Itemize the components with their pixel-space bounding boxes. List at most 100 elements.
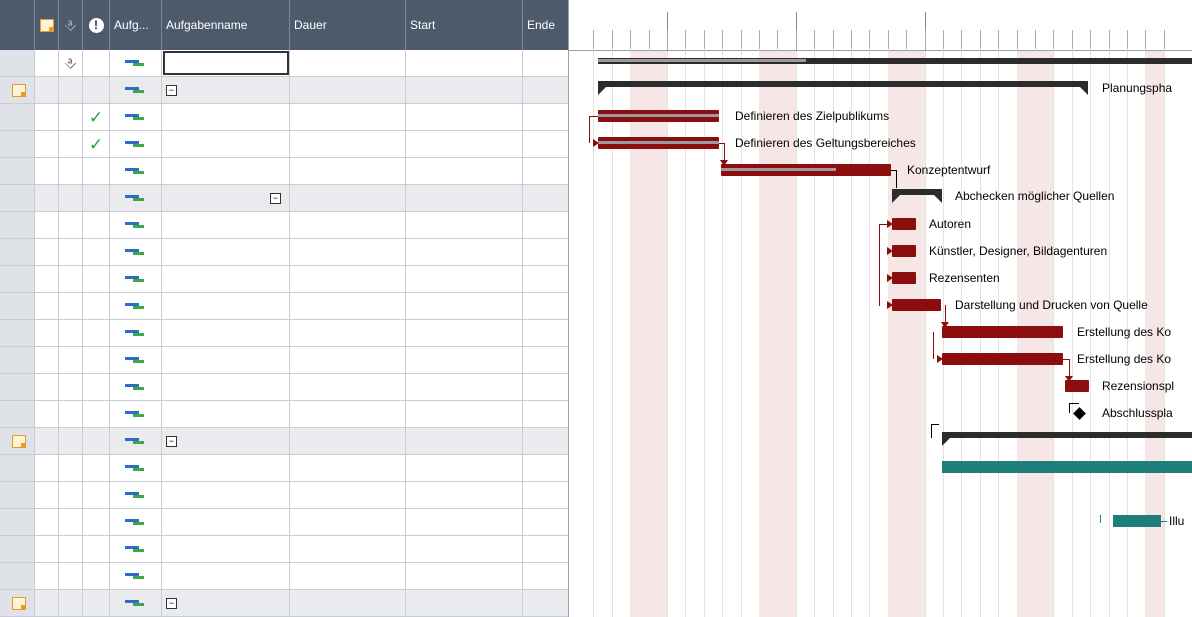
dependency-line[interactable]	[589, 116, 598, 117]
start-cell[interactable]	[406, 428, 523, 454]
task-bar[interactable]	[942, 326, 1063, 338]
attachment-cell[interactable]	[59, 212, 83, 238]
table-row[interactable]	[0, 563, 568, 590]
row-id[interactable]	[0, 509, 35, 535]
indicator-cell[interactable]	[83, 428, 110, 454]
task-bar[interactable]	[942, 353, 1063, 365]
indicator-cell[interactable]	[83, 293, 110, 319]
table-row[interactable]: −	[0, 590, 568, 617]
duration-cell[interactable]	[290, 536, 406, 562]
attachment-cell[interactable]	[59, 293, 83, 319]
task-name-cell[interactable]	[162, 455, 290, 481]
end-cell[interactable]	[523, 50, 568, 76]
task-mode-cell[interactable]	[110, 77, 162, 103]
start-cell[interactable]	[406, 536, 523, 562]
indicator-cell[interactable]	[83, 77, 110, 103]
dependency-line[interactable]	[1069, 359, 1070, 377]
note-cell[interactable]	[35, 590, 59, 616]
duration-cell[interactable]	[290, 50, 406, 76]
end-cell[interactable]	[523, 239, 568, 265]
task-bar[interactable]	[892, 299, 941, 311]
table-row[interactable]	[0, 482, 568, 509]
task-mode-cell[interactable]	[110, 158, 162, 184]
end-cell[interactable]	[523, 293, 568, 319]
attachment-cell[interactable]	[59, 536, 83, 562]
task-progress[interactable]	[721, 168, 836, 171]
duration-cell[interactable]	[290, 77, 406, 103]
table-row[interactable]: ⎀	[0, 50, 568, 77]
start-cell[interactable]	[406, 590, 523, 616]
attachment-cell[interactable]	[59, 320, 83, 346]
header-id-corner[interactable]	[0, 0, 35, 50]
row-id[interactable]	[0, 212, 35, 238]
task-name-cell[interactable]: −	[162, 185, 290, 211]
indicator-cell[interactable]	[83, 212, 110, 238]
indicator-cell[interactable]	[83, 455, 110, 481]
table-row[interactable]	[0, 455, 568, 482]
end-cell[interactable]	[523, 509, 568, 535]
start-cell[interactable]	[406, 158, 523, 184]
indicator-cell[interactable]	[83, 374, 110, 400]
schreib-summary-bar[interactable]	[942, 432, 1192, 438]
start-cell[interactable]	[406, 347, 523, 373]
end-cell[interactable]	[523, 158, 568, 184]
summary-start-cap[interactable]	[942, 438, 950, 446]
table-row[interactable]	[0, 509, 568, 536]
duration-cell[interactable]	[290, 104, 406, 130]
table-row[interactable]	[0, 320, 568, 347]
task-name-cell[interactable]	[162, 536, 290, 562]
header-task-mode[interactable]: Aufg...	[110, 0, 162, 50]
attachment-cell[interactable]	[59, 104, 83, 130]
row-id[interactable]	[0, 374, 35, 400]
indicator-cell[interactable]	[83, 239, 110, 265]
task-mode-cell[interactable]	[110, 320, 162, 346]
indicator-cell[interactable]	[83, 320, 110, 346]
note-cell[interactable]	[35, 482, 59, 508]
end-cell[interactable]	[523, 563, 568, 589]
row-id[interactable]	[0, 266, 35, 292]
task-name-cell[interactable]	[162, 293, 290, 319]
task-mode-cell[interactable]	[110, 536, 162, 562]
header-attachment-column[interactable]: ⎀	[59, 0, 83, 50]
task-mode-cell[interactable]	[110, 131, 162, 157]
indicator-cell[interactable]	[83, 536, 110, 562]
note-cell[interactable]	[35, 185, 59, 211]
dependency-line[interactable]	[931, 424, 939, 425]
dependency-arrow[interactable]	[887, 247, 893, 255]
attachment-cell[interactable]	[59, 563, 83, 589]
attachment-cell[interactable]	[59, 77, 83, 103]
task-mode-cell[interactable]	[110, 212, 162, 238]
dependency-line[interactable]	[1100, 515, 1101, 523]
row-id[interactable]	[0, 455, 35, 481]
task-name-cell[interactable]: −	[162, 590, 290, 616]
end-cell[interactable]	[523, 374, 568, 400]
note-cell[interactable]	[35, 536, 59, 562]
task-name-cell[interactable]	[162, 509, 290, 535]
duration-cell[interactable]	[290, 131, 406, 157]
task-mode-cell[interactable]	[110, 293, 162, 319]
task-name-cell[interactable]	[162, 374, 290, 400]
row-id[interactable]	[0, 77, 35, 103]
end-cell[interactable]	[523, 590, 568, 616]
note-cell[interactable]	[35, 266, 59, 292]
table-row[interactable]	[0, 374, 568, 401]
note-cell[interactable]	[35, 563, 59, 589]
task-bar[interactable]	[1065, 380, 1089, 392]
task-mode-cell[interactable]	[110, 509, 162, 535]
duration-cell[interactable]	[290, 563, 406, 589]
row-id[interactable]	[0, 50, 35, 76]
paperclip-icon[interactable]: ⎀	[64, 55, 76, 72]
header-start[interactable]: Start	[406, 0, 523, 50]
task-mode-cell[interactable]	[110, 104, 162, 130]
task-name-cell[interactable]	[162, 239, 290, 265]
note-cell[interactable]	[35, 320, 59, 346]
table-row[interactable]: −	[0, 77, 568, 104]
attachment-cell[interactable]	[59, 428, 83, 454]
indicator-cell[interactable]	[83, 590, 110, 616]
task-name-cell[interactable]	[162, 347, 290, 373]
note-cell[interactable]	[35, 374, 59, 400]
header-note-column[interactable]	[35, 0, 59, 50]
attachment-cell[interactable]	[59, 347, 83, 373]
indicator-cell[interactable]: ✓	[83, 104, 110, 130]
note-cell[interactable]	[35, 77, 59, 103]
